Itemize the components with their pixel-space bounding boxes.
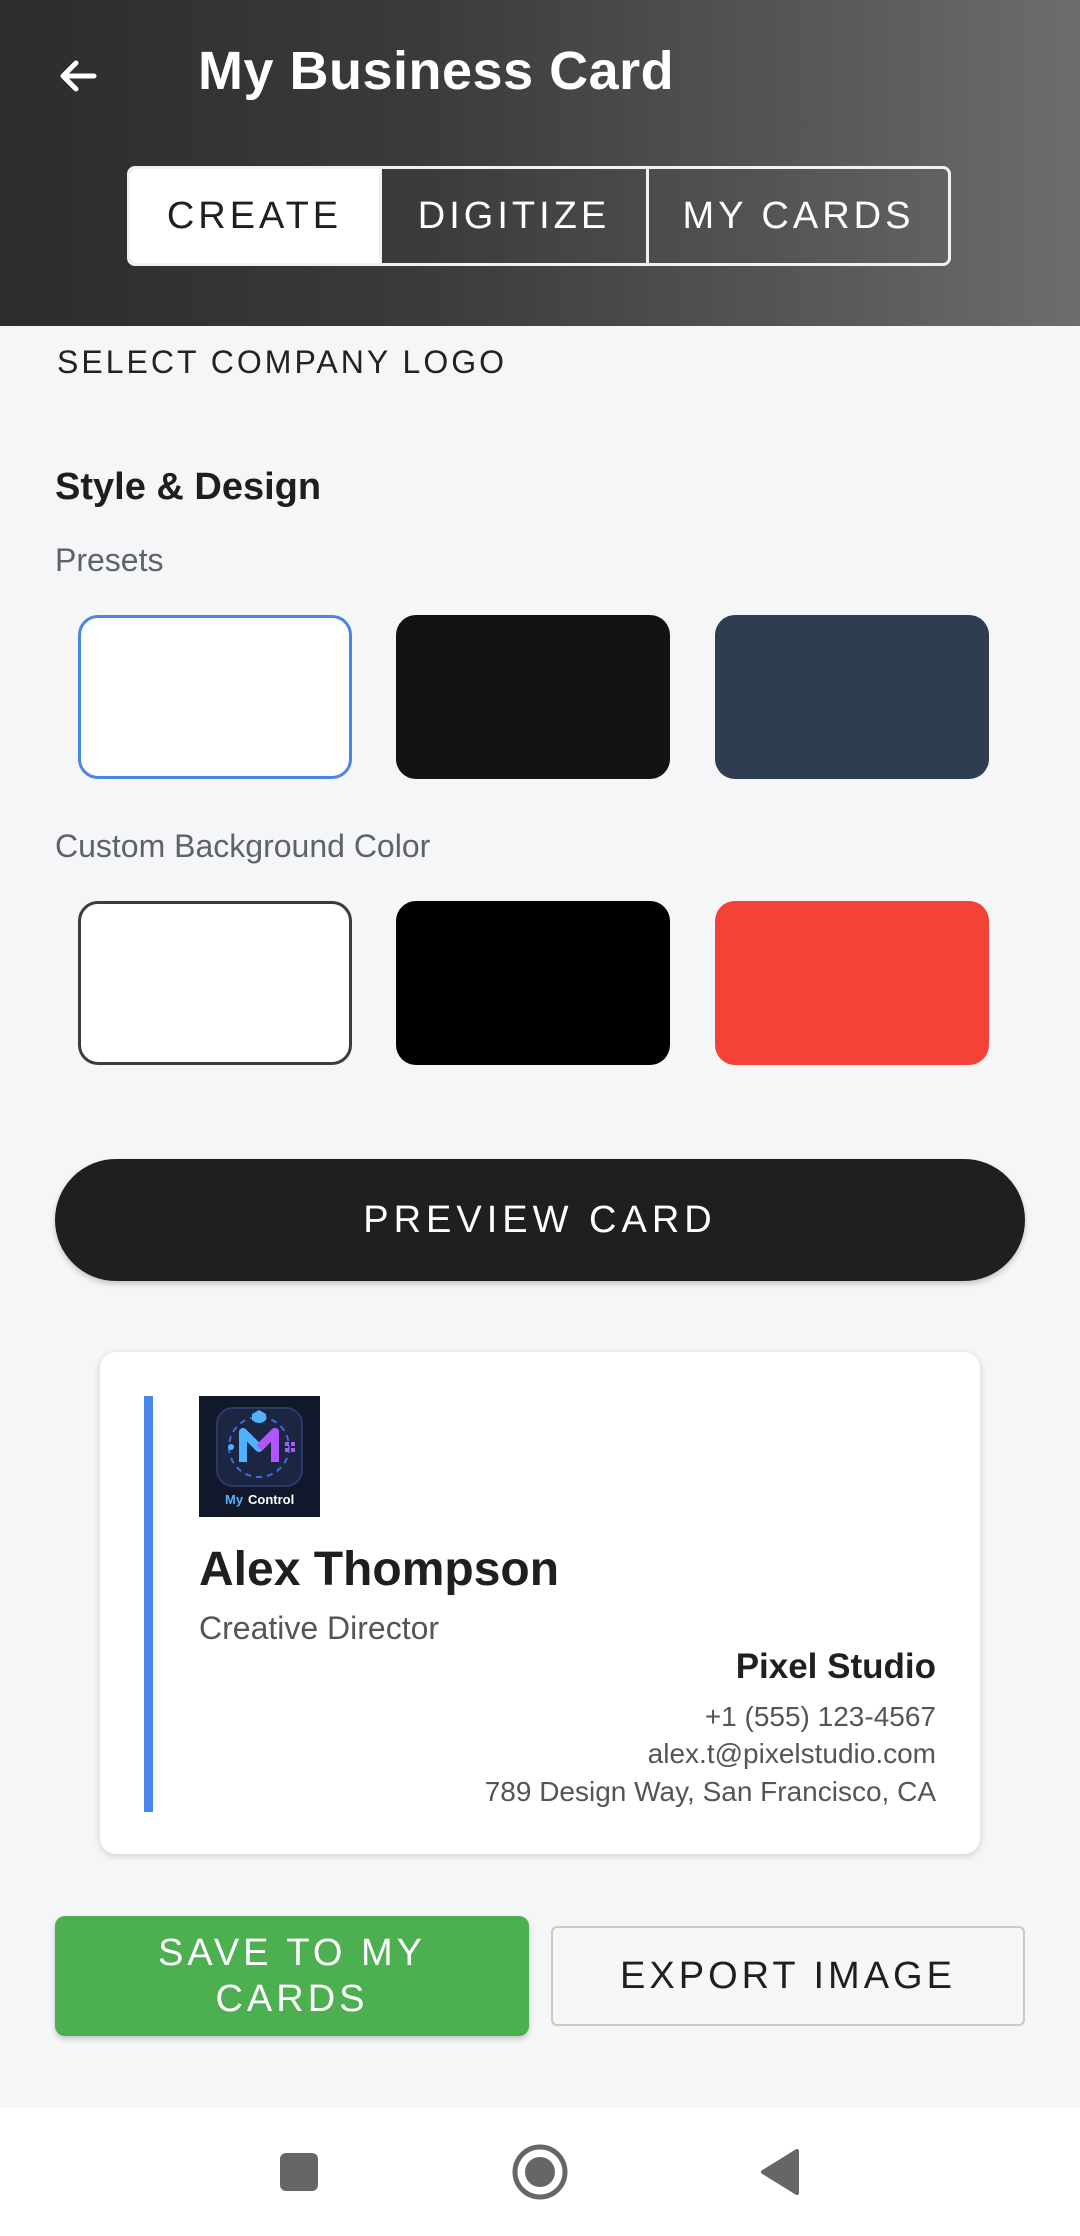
back-nav-button[interactable] (719, 2108, 839, 2236)
tab-bar: CREATE DIGITIZE MY CARDS (127, 166, 951, 266)
save-to-my-cards-button[interactable]: SAVE TO MY CARDS (55, 1916, 529, 2036)
preview-card-button[interactable]: PREVIEW CARD (55, 1159, 1025, 1281)
tab-create[interactable]: CREATE (130, 169, 379, 263)
style-design-heading: Style & Design (55, 466, 322, 508)
card-accent-bar (144, 1396, 153, 1812)
custom-red-swatch[interactable] (715, 901, 989, 1065)
card-person-role: Creative Director (199, 1610, 440, 1646)
my-control-logo-icon: My Control (199, 1396, 320, 1517)
custom-white-swatch[interactable] (78, 901, 352, 1065)
card-company-name: Pixel Studio (735, 1647, 936, 1686)
back-button[interactable] (38, 36, 118, 116)
logo-text-my: My (225, 1492, 244, 1507)
card-phone: +1 (555) 123-4567 (704, 1701, 936, 1732)
recents-button[interactable] (239, 2108, 359, 2236)
card-address: 789 Design Way, San Francisco, CA (484, 1776, 936, 1807)
preset-white-swatch[interactable] (78, 615, 352, 779)
back-triangle-icon (761, 2149, 799, 2195)
custom-black-swatch[interactable] (396, 901, 670, 1065)
select-company-logo-button[interactable]: SELECT COMPANY LOGO (57, 344, 507, 381)
logo-text-control: Control (248, 1492, 294, 1507)
preset-navy-swatch[interactable] (715, 615, 989, 779)
home-circle-icon (512, 2144, 568, 2200)
save-button-label-line2: CARDS (215, 1978, 369, 2020)
export-image-button[interactable]: EXPORT IMAGE (551, 1926, 1025, 2026)
home-button[interactable] (480, 2108, 600, 2236)
presets-label: Presets (55, 542, 164, 578)
custom-background-label: Custom Background Color (55, 828, 431, 864)
tab-digitize[interactable]: DIGITIZE (379, 169, 646, 263)
system-navigation-bar (0, 2108, 1080, 2236)
company-logo: My Control (199, 1396, 320, 1517)
tab-my-cards[interactable]: MY CARDS (646, 169, 948, 263)
card-email: alex.t@pixelstudio.com (647, 1738, 936, 1769)
card-person-name: Alex Thompson (199, 1543, 560, 1596)
square-nav-icon (280, 2153, 318, 2191)
business-card-preview: My Control Alex Thompson Creative Direct… (100, 1352, 980, 1854)
back-arrow-icon (60, 60, 97, 92)
page-title: My Business Card (198, 41, 675, 101)
save-button-label-line1: SAVE TO MY (157, 1932, 427, 1974)
app-header: My Business Card CREATE DIGITIZE MY CARD… (0, 0, 1080, 326)
preset-black-swatch[interactable] (396, 615, 670, 779)
